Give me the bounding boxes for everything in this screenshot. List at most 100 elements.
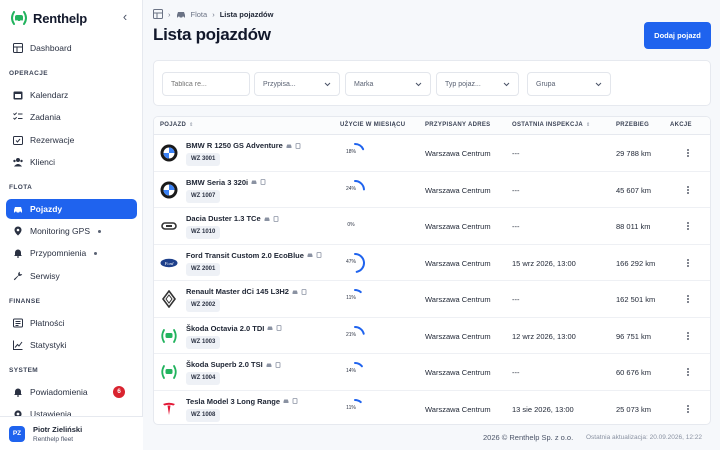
table-row[interactable]: Renault Master dCi 145 L3H2 WZ 2002 11% … bbox=[154, 281, 710, 318]
car-icon bbox=[176, 12, 185, 19]
select-value: Marka bbox=[354, 80, 374, 88]
usage-value: 14% bbox=[345, 368, 356, 374]
column-header-mileage[interactable]: PRZEBIEG bbox=[616, 122, 649, 128]
chevron-down-icon bbox=[503, 82, 510, 87]
svg-text:Ford: Ford bbox=[164, 261, 175, 266]
table-row[interactable]: BMW R 1250 GS Adventure WZ 3001 18% Wars… bbox=[154, 135, 710, 172]
indicator-dot bbox=[94, 251, 98, 255]
document-icon bbox=[301, 288, 307, 295]
sidebar: Renthelp ‹ Dashboard OPERACJE Kalendarz … bbox=[0, 0, 143, 450]
collapse-sidebar-icon[interactable]: ‹ bbox=[118, 10, 132, 24]
plate-badge: WZ 1007 bbox=[186, 189, 221, 203]
sidebar-item-platnosci[interactable]: Płatności bbox=[6, 313, 137, 333]
car-icon bbox=[14, 207, 22, 214]
column-header-inspection[interactable]: OSTATNIA INSPEKCJA ⇕ bbox=[512, 122, 590, 128]
plate-search-field[interactable] bbox=[162, 72, 250, 96]
table-row[interactable]: Škoda Octavia 2.0 TDI WZ 1003 21% Warsza… bbox=[154, 318, 710, 354]
ford-logo-icon: Ford bbox=[160, 254, 178, 272]
vehicle-type-icon bbox=[283, 399, 289, 403]
type-filter-select[interactable]: Typ pojaz... bbox=[436, 72, 519, 96]
table-row[interactable]: Škoda Superb 2.0 TSI WZ 1004 14% Warszaw… bbox=[154, 354, 710, 391]
brand[interactable]: Renthelp bbox=[9, 9, 87, 27]
vehicle-name[interactable]: Renault Master dCi 145 L3H2 bbox=[186, 287, 307, 296]
sidebar-item-serwisy[interactable]: Serwisy bbox=[6, 266, 137, 286]
sidebar-item-statystyki[interactable]: Statystyki bbox=[6, 335, 137, 355]
mileage: 166 292 km bbox=[616, 258, 656, 268]
more-actions-icon[interactable] bbox=[684, 403, 692, 415]
sidebar-item-label: Przypomnienia bbox=[30, 248, 87, 258]
dacia-logo-icon bbox=[160, 217, 178, 235]
column-header-usage[interactable]: UŻYCIE W MIESIĄCU bbox=[340, 122, 405, 128]
sidebar-item-label: Dashboard bbox=[30, 43, 72, 53]
plate-badge: WZ 3001 bbox=[186, 153, 221, 166]
column-header-actions: AKCJE bbox=[670, 122, 692, 128]
usage-value: 11% bbox=[346, 295, 356, 301]
more-actions-icon[interactable] bbox=[684, 220, 692, 232]
vehicle-name[interactable]: Tesla Model 3 Long Range bbox=[186, 397, 298, 406]
table-row[interactable]: BMW Seria 3 320i WZ 1007 24% Warszawa Ce… bbox=[154, 172, 710, 208]
vehicle-name[interactable]: BMW R 1250 GS Adventure bbox=[186, 141, 301, 150]
tesla-logo-icon bbox=[160, 400, 178, 418]
more-actions-icon[interactable] bbox=[684, 293, 692, 305]
assigned-filter-select[interactable]: Przypisa... bbox=[254, 72, 340, 96]
sidebar-item-zadania[interactable]: Zadania bbox=[6, 107, 137, 127]
sidebar-item-pojazdy[interactable]: Pojazdy bbox=[6, 199, 137, 219]
sidebar-item-klienci[interactable]: Klienci bbox=[6, 152, 137, 172]
user-profile[interactable]: PZ Piotr Zieliński Renthelp fleet bbox=[0, 416, 143, 450]
more-actions-icon[interactable] bbox=[684, 147, 692, 159]
sidebar-item-label: Zadania bbox=[30, 112, 61, 122]
document-icon bbox=[295, 142, 301, 149]
select-value: Przypisa... bbox=[263, 80, 296, 88]
copyright: 2026 © Renthelp Sp. z o.o. bbox=[483, 433, 574, 442]
vehicle-name-text: Dacia Duster 1.3 TCe bbox=[186, 214, 261, 223]
column-header-vehicle[interactable]: POJAZD ⇕ bbox=[160, 122, 194, 128]
last-inspection: --- bbox=[512, 222, 520, 231]
vehicle-type-icon bbox=[266, 363, 272, 367]
sidebar-item-label: Kalendarz bbox=[30, 90, 69, 100]
sort-icon: ⇕ bbox=[585, 122, 591, 128]
filter-bar: Przypisa... Marka Typ pojaz... Grupa bbox=[153, 60, 711, 106]
column-header-address[interactable]: PRZYPISANY ADRES bbox=[425, 122, 490, 128]
home-grid-icon[interactable] bbox=[153, 9, 163, 19]
sidebar-item-kalendarz[interactable]: Kalendarz bbox=[6, 85, 137, 105]
stats-icon bbox=[13, 340, 23, 350]
mileage: 29 788 km bbox=[616, 149, 652, 158]
sidebar-item-label: Płatności bbox=[30, 318, 65, 328]
add-vehicle-button[interactable]: Dodaj pojazd bbox=[644, 22, 711, 49]
sidebar-item-rezerwacje[interactable]: Rezerwacje bbox=[6, 130, 137, 150]
more-actions-icon[interactable] bbox=[684, 184, 692, 196]
sidebar-item-label: Powiadomienia bbox=[30, 387, 88, 397]
vehicle-name[interactable]: Dacia Duster 1.3 TCe bbox=[186, 214, 279, 223]
breadcrumb-separator: › bbox=[212, 9, 215, 19]
vehicle-name[interactable]: Škoda Superb 2.0 TSI bbox=[186, 360, 281, 369]
group-filter-select[interactable]: Grupa bbox=[527, 72, 611, 96]
plate-badge: WZ 1003 bbox=[186, 335, 221, 349]
assigned-address: Warszawa Centrum bbox=[425, 331, 491, 341]
table-row[interactable]: Ford Ford Transit Custom 2.0 EcoBlue WZ … bbox=[154, 245, 710, 281]
table-row[interactable]: Tesla Model 3 Long Range WZ 1008 11% War… bbox=[154, 391, 710, 425]
plate-badge: WZ 1008 bbox=[186, 408, 221, 422]
more-actions-icon[interactable] bbox=[684, 330, 692, 342]
mileage: 96 751 km bbox=[616, 331, 652, 341]
more-actions-icon[interactable] bbox=[684, 366, 692, 378]
chevron-down-icon bbox=[415, 82, 422, 87]
assigned-address: Warszawa Centrum bbox=[425, 295, 491, 304]
plate-search-input[interactable] bbox=[171, 80, 249, 88]
user-role: Renthelp fleet bbox=[33, 436, 74, 443]
sidebar-item-label: Statystyki bbox=[30, 340, 67, 350]
table-row[interactable]: Dacia Duster 1.3 TCe WZ 1010 0% Warszawa… bbox=[154, 208, 710, 245]
vehicle-name[interactable]: Ford Transit Custom 2.0 EcoBlue bbox=[186, 251, 322, 260]
sidebar-item-monitoring-gps[interactable]: Monitoring GPS bbox=[6, 221, 137, 241]
vehicle-name[interactable]: BMW Seria 3 320i bbox=[186, 178, 266, 187]
header-label: PRZYPISANY ADRES bbox=[425, 122, 491, 128]
last-inspection: 12 wrz 2026, 13:00 bbox=[512, 331, 576, 341]
make-filter-select[interactable]: Marka bbox=[345, 72, 431, 96]
sidebar-item-przypomnienia[interactable]: Przypomnienia bbox=[6, 243, 137, 263]
breadcrumb-current: Lista pojazdów bbox=[219, 9, 274, 19]
vehicle-name[interactable]: Škoda Octavia 2.0 TDI bbox=[186, 324, 282, 333]
sidebar-item-dashboard[interactable]: Dashboard bbox=[6, 38, 137, 58]
vehicle-type-icon bbox=[286, 144, 292, 148]
more-actions-icon[interactable] bbox=[684, 257, 692, 269]
vehicle-name-text: Tesla Model 3 Long Range bbox=[186, 396, 281, 406]
breadcrumb-parent[interactable]: Flota bbox=[191, 10, 208, 19]
